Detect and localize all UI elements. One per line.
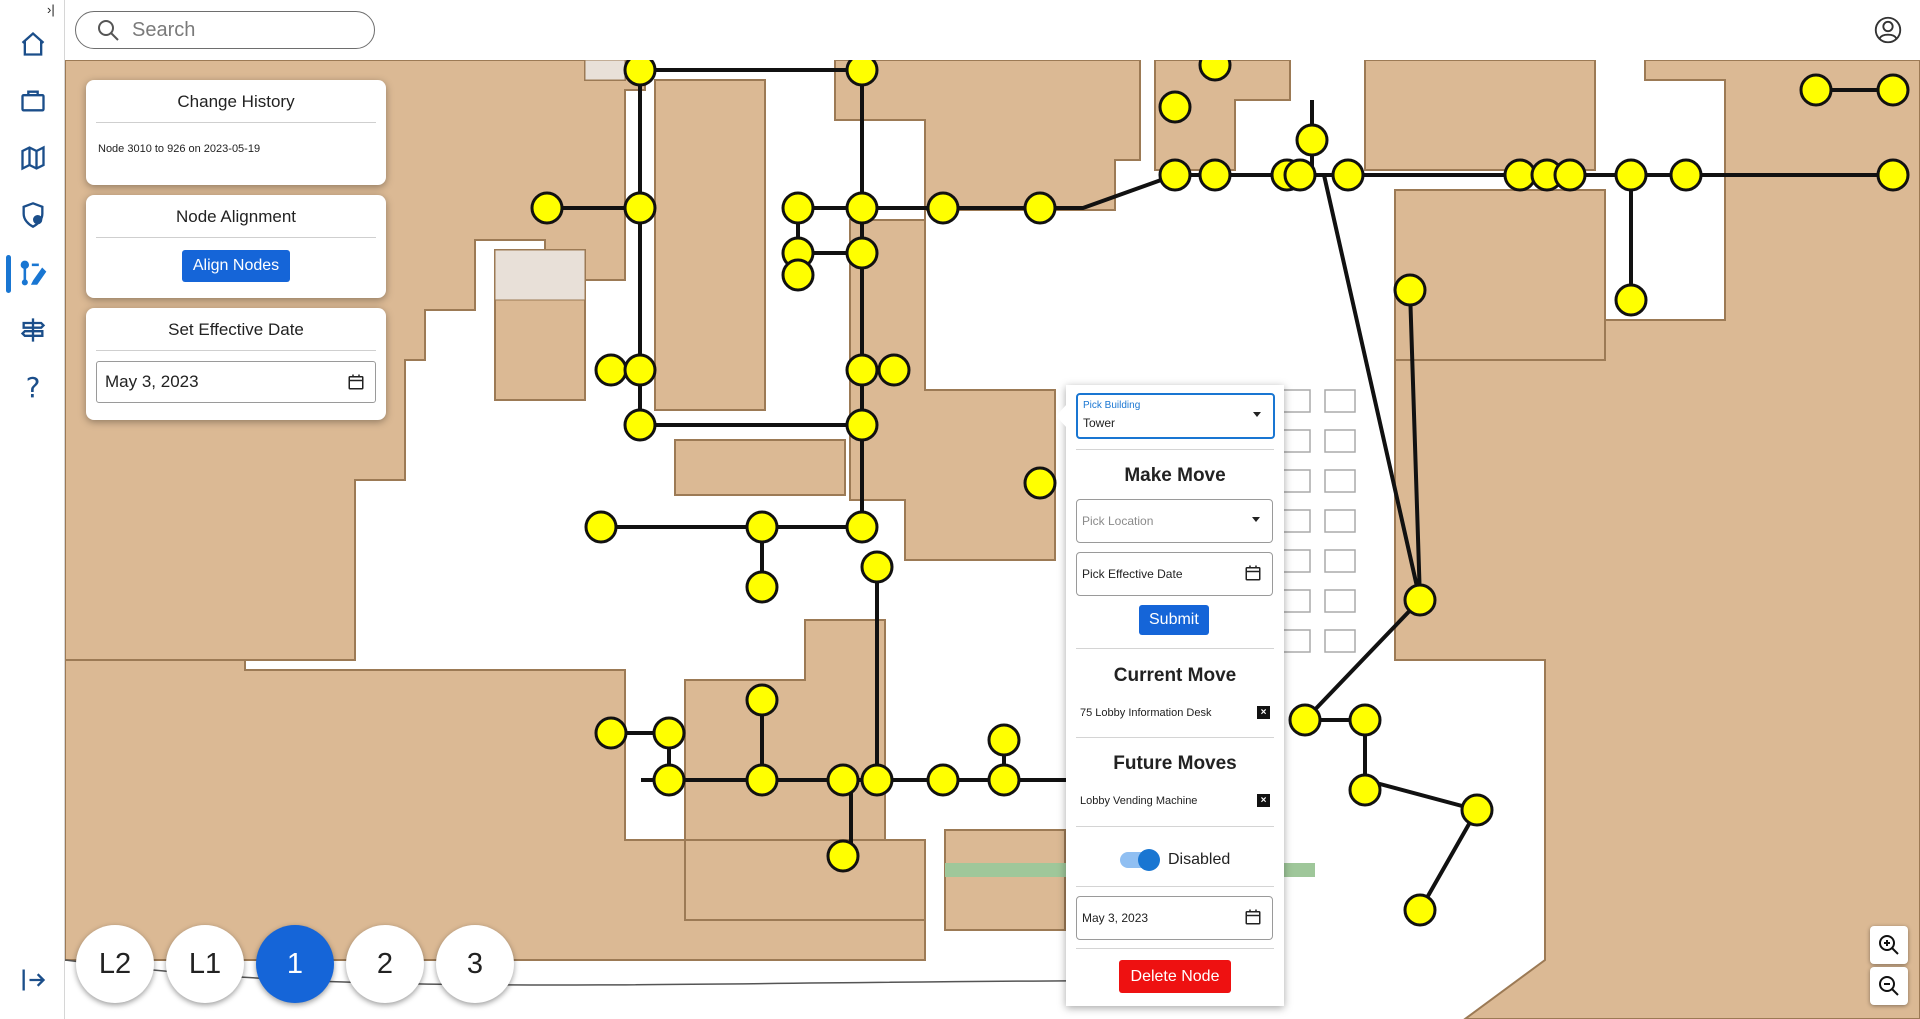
zoom-out-icon (1879, 976, 1899, 996)
active-indicator (6, 255, 11, 293)
calendar-icon[interactable] (1244, 564, 1262, 582)
popup-pointer (1056, 404, 1067, 428)
change-history-entry: Node 3010 to 926 on 2023-05-19 (98, 143, 261, 155)
current-move-item: 75 Lobby Information Desk × (1080, 706, 1270, 719)
account-icon[interactable] (1874, 16, 1902, 44)
node-edit-panel: Pick Building Tower Make Move Pick Locat… (1066, 385, 1284, 1006)
pick-location-select[interactable]: Pick Location (1076, 499, 1273, 543)
divider (1076, 886, 1274, 887)
expand-sidebar-icon[interactable]: ›| (47, 2, 55, 17)
pick-building-value: Tower (1083, 416, 1116, 430)
effective-date-title: Set Effective Date (96, 308, 376, 351)
briefcase-icon[interactable] (16, 84, 50, 118)
pick-building-select[interactable]: Pick Building Tower (1076, 393, 1275, 439)
dropdown-caret-icon (1252, 517, 1260, 522)
effective-date-value: May 3, 2023 (105, 372, 199, 391)
node-date-input[interactable]: May 3, 2023 (1076, 896, 1273, 940)
submit-button[interactable]: Submit (1139, 605, 1209, 635)
disabled-toggle[interactable] (1120, 849, 1160, 871)
search-icon (98, 20, 119, 41)
floor-button-l1[interactable]: L1 (166, 925, 244, 1003)
zoom-in-button[interactable] (1870, 926, 1908, 964)
divider (1076, 449, 1274, 450)
future-move-label: Lobby Vending Machine (1080, 794, 1198, 807)
calendar-icon[interactable] (347, 373, 365, 391)
toggle-knob (1138, 849, 1160, 871)
effective-date-card: Set Effective Date May 3, 2023 (86, 308, 386, 420)
dropdown-caret-icon (1253, 412, 1261, 417)
signpost-icon[interactable] (16, 313, 50, 347)
pick-location-placeholder: Pick Location (1082, 514, 1154, 528)
future-moves-title: Future Moves (1113, 753, 1237, 774)
pick-building-label: Pick Building (1083, 400, 1141, 411)
floor-button-3[interactable]: 3 (436, 925, 514, 1003)
divider (1076, 948, 1274, 949)
current-move-label: 75 Lobby Information Desk (1080, 706, 1212, 719)
effective-date-input[interactable]: May 3, 2023 (96, 361, 376, 403)
pick-effective-date-input[interactable]: Pick Effective Date (1076, 552, 1273, 596)
search-input[interactable] (130, 17, 354, 43)
map-icon[interactable] (16, 141, 50, 175)
node-date-value: May 3, 2023 (1082, 911, 1149, 925)
align-nodes-button[interactable]: Align Nodes (181, 250, 291, 282)
floor-button-2[interactable]: 2 (346, 925, 424, 1003)
zoom-in-icon (1879, 935, 1899, 955)
divider (1076, 826, 1274, 827)
change-history-card: Change History Node 3010 to 926 on 2023-… (86, 80, 386, 185)
sidebar: ›| ? (0, 0, 65, 1019)
delete-node-button[interactable]: Delete Node (1119, 960, 1231, 993)
disabled-toggle-label: Disabled (1168, 851, 1231, 868)
change-history-title: Change History (96, 80, 376, 123)
current-move-title: Current Move (1113, 665, 1237, 686)
remove-icon[interactable]: × (1257, 706, 1270, 719)
remove-icon[interactable]: × (1257, 794, 1270, 807)
node-alignment-title: Node Alignment (96, 195, 376, 238)
logout-icon[interactable] (16, 963, 50, 997)
make-move-title: Make Move (1124, 465, 1226, 486)
divider (1076, 737, 1274, 738)
divider (1076, 648, 1274, 649)
search-bar[interactable] (75, 11, 375, 49)
floor-button-1[interactable]: 1 (256, 925, 334, 1003)
pick-effective-date-placeholder: Pick Effective Date (1082, 567, 1183, 581)
home-icon[interactable] (16, 27, 50, 61)
node-alignment-card: Node Alignment Align Nodes (86, 195, 386, 298)
help-icon[interactable]: ? (16, 370, 50, 404)
edit-route-icon[interactable] (16, 256, 50, 290)
floor-button-l2[interactable]: L2 (76, 925, 154, 1003)
shield-person-icon[interactable] (16, 198, 50, 232)
calendar-icon[interactable] (1244, 908, 1262, 926)
zoom-out-button[interactable] (1870, 967, 1908, 1005)
future-move-item: Lobby Vending Machine × (1080, 794, 1270, 807)
